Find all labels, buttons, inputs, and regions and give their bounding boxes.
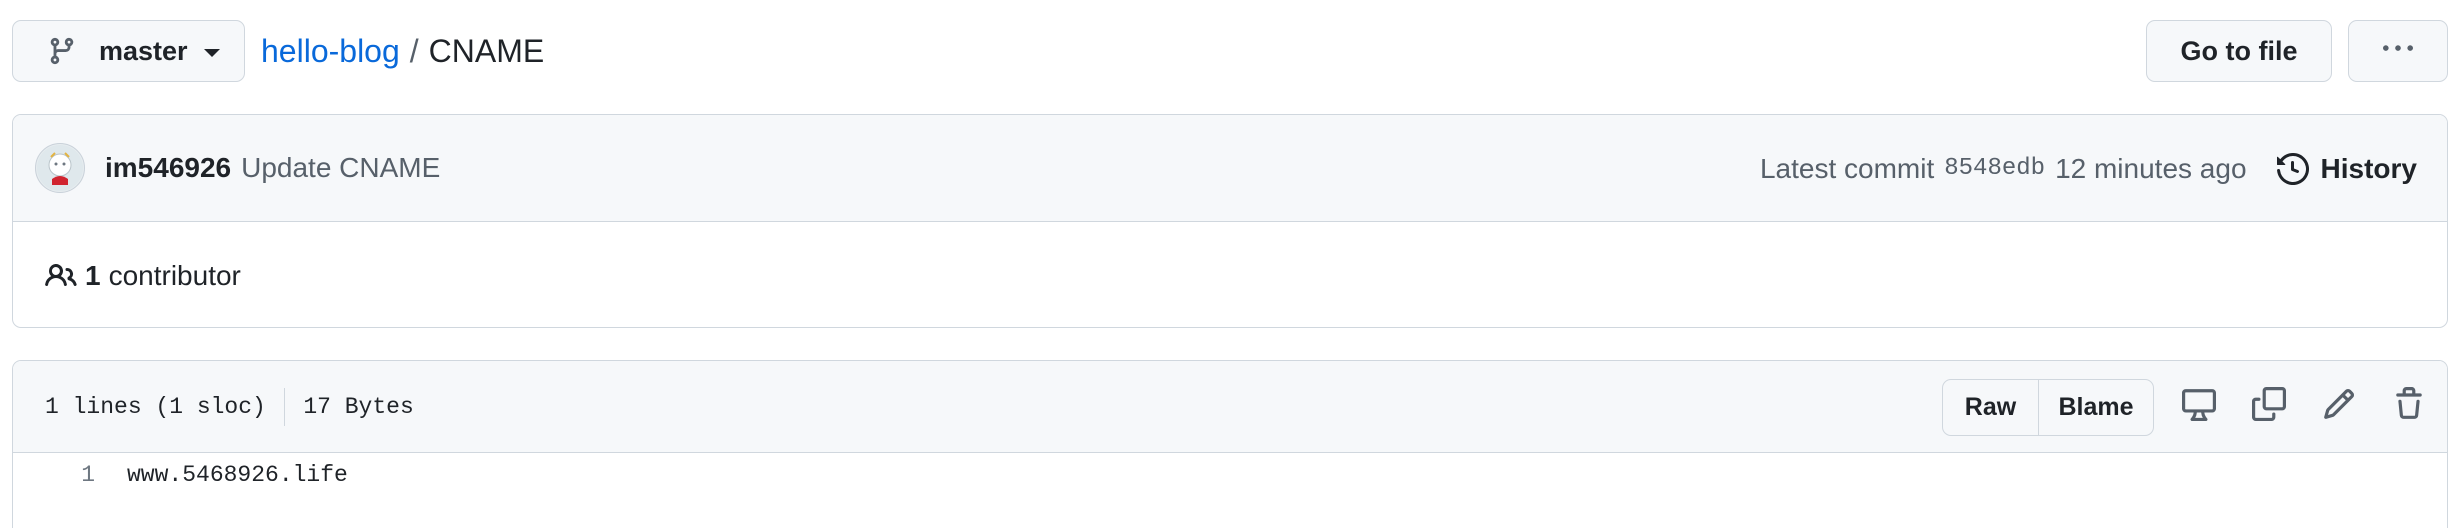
file-navigation-bar: master hello-blog / CNAME Go to file <box>12 20 2448 82</box>
edit-file-button[interactable] <box>2319 387 2359 427</box>
copy-raw-button[interactable] <box>2249 386 2289 428</box>
contributor-label: contributor <box>108 259 241 291</box>
file-viewer: 1 lines (1 sloc) 17 Bytes Raw Blame 1 ww… <box>12 360 2448 528</box>
contributors-row[interactable]: 1 contributor <box>13 222 2447 327</box>
commit-sha-link[interactable]: 8548edb <box>1944 155 2045 182</box>
commit-meta: Latest commit 8548edb 12 minutes ago His… <box>1760 115 2417 222</box>
raw-blame-button-group: Raw Blame <box>1942 379 2154 436</box>
line-content: www.5468926.life <box>127 462 348 488</box>
breadcrumb-file-name: CNAME <box>428 32 545 69</box>
desktop-icon <box>2182 387 2216 428</box>
display-rendered-button[interactable] <box>2179 387 2219 427</box>
history-label: History <box>2320 152 2417 184</box>
kebab-horizontal-icon <box>2383 34 2413 69</box>
commit-author-link[interactable]: im546926 <box>105 152 231 184</box>
go-to-file-button[interactable]: Go to file <box>2146 20 2332 82</box>
raw-button[interactable]: Raw <box>1943 380 2039 435</box>
trash-icon <box>2392 386 2426 428</box>
copy-icon <box>2252 386 2286 428</box>
pencil-icon <box>2322 387 2356 428</box>
latest-commit-label: Latest commit <box>1759 152 1935 184</box>
latest-commit-row: im546926 Update CNAME Latest commit 8548… <box>13 115 2447 222</box>
contributor-count: 1 <box>85 259 101 291</box>
branch-name: master <box>99 35 188 66</box>
latest-commit-box: im546926 Update CNAME Latest commit 8548… <box>12 114 2448 328</box>
commit-time: 12 minutes ago <box>2055 152 2247 184</box>
branch-select-button[interactable]: master <box>12 20 245 82</box>
caret-down-icon <box>203 48 220 57</box>
blame-button[interactable]: Blame <box>2039 380 2153 435</box>
breadcrumb: hello-blog / CNAME <box>261 20 544 82</box>
people-icon <box>45 260 77 292</box>
file-lines-info: 1 lines (1 sloc) <box>45 393 266 420</box>
file-size: 17 Bytes <box>303 393 414 420</box>
delete-file-button[interactable] <box>2389 386 2429 428</box>
code-line: 1 www.5468926.life <box>13 453 2447 497</box>
line-number[interactable]: 1 <box>13 462 113 488</box>
file-header: 1 lines (1 sloc) 17 Bytes Raw Blame <box>13 361 2447 453</box>
git-branch-icon <box>47 36 77 66</box>
commit-message-link[interactable]: Update CNAME <box>241 152 440 184</box>
breadcrumb-repo-link[interactable]: hello-blog <box>261 33 400 70</box>
more-options-button[interactable] <box>2348 20 2448 82</box>
avatar[interactable] <box>35 143 85 193</box>
history-icon <box>2276 152 2309 185</box>
breadcrumb-separator: / <box>409 32 419 69</box>
history-link[interactable]: History <box>2276 152 2417 185</box>
header-divider <box>283 387 286 426</box>
